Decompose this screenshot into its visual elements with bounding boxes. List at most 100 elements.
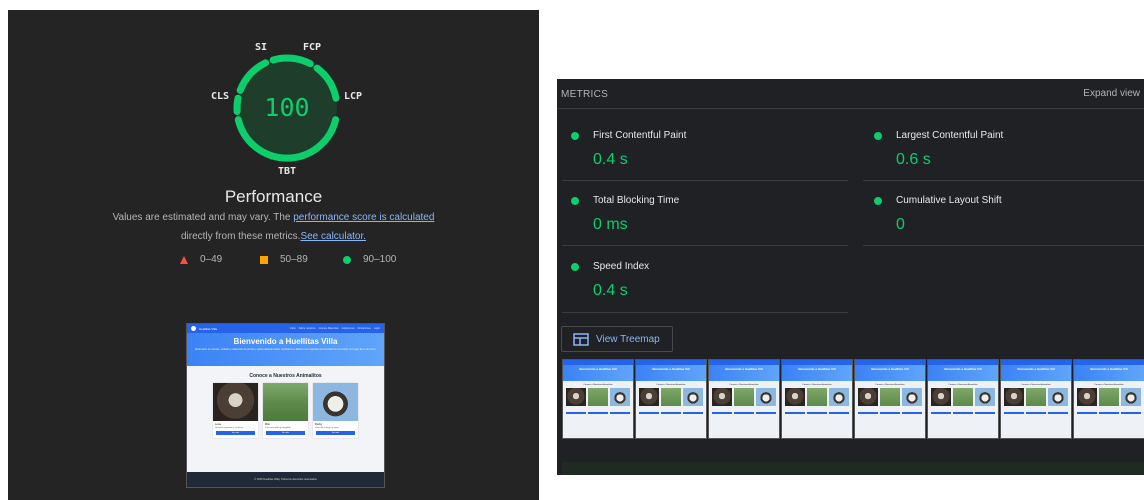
- performance-description: Values are estimated and may vary. The p…: [68, 208, 479, 246]
- frame-cards: [636, 388, 706, 406]
- view-treemap-label: View Treemap: [596, 333, 660, 345]
- legend-item-fail: 0–49: [180, 254, 222, 265]
- frame-button: [756, 412, 776, 414]
- metric-label: Speed Index: [593, 261, 650, 272]
- frame-section-title: Conoce a Nuestros Animalitos: [729, 384, 759, 386]
- filmstrip: Bienvenido a Huellitas Vill Conoce a Nues…: [562, 359, 1144, 439]
- frame-pet-photo: [1099, 388, 1119, 406]
- frame-buttons: [855, 412, 925, 414]
- frame-pet-photo: [1026, 388, 1046, 406]
- site-nav-links: Inicio Sobre nosotros Conoce Mascotas Ad…: [290, 327, 380, 330]
- view-treemap-button[interactable]: View Treemap: [561, 326, 673, 352]
- metric-value: 0: [896, 216, 905, 233]
- pet-button: Ver más: [266, 431, 305, 435]
- filmstrip-frame: Bienvenido a Huellitas Vill Conoce a Nues…: [1000, 359, 1072, 439]
- gauge-label-lcp: LCP: [344, 91, 362, 102]
- frame-cards: [928, 388, 998, 406]
- frame-button: [683, 412, 703, 414]
- frame-buttons: [1001, 412, 1071, 414]
- frame-pet-photo: [1121, 388, 1141, 406]
- metric-divider: [863, 245, 1144, 246]
- frame-section-title: Conoce a Nuestros Animalitos: [802, 384, 832, 386]
- site-nav-link: Conoce Mascotas: [318, 327, 339, 330]
- site-footer: © 2025 Huellitas Villa | Todos los derec…: [187, 472, 384, 487]
- frame-pet-photo: [975, 388, 995, 406]
- metric-divider: [562, 245, 848, 246]
- frame-section-title: Conoce a Nuestros Animalitos: [583, 384, 613, 386]
- frame-cards: [709, 388, 779, 406]
- frame-pet-photo: [610, 388, 630, 406]
- frame-pet-photo: [880, 388, 900, 406]
- frame-pet-photo: [902, 388, 922, 406]
- site-brand: Huellitas Villa: [199, 326, 217, 331]
- frame-pet-photo: [566, 388, 586, 406]
- site-hero-subtitle: Dedicados al rescate, cuidado y adopción…: [194, 348, 377, 351]
- frame-button: [1004, 412, 1024, 414]
- site-nav-link: Sobre nosotros: [298, 327, 316, 330]
- metric-value: 0 ms: [593, 216, 628, 233]
- pass-circle-icon: [874, 197, 882, 205]
- frame-button: [880, 412, 900, 414]
- filmstrip-frame: Bienvenido a Huellitas Vill Conoce a Nues…: [1073, 359, 1144, 439]
- metric-label: Largest Contentful Paint: [896, 130, 1004, 141]
- score-legend: 0–49 50–89 90–100: [8, 254, 539, 270]
- frame-button: [1121, 412, 1141, 414]
- site-nav-link: Login: [373, 327, 380, 330]
- pass-circle-icon: [571, 263, 579, 271]
- metric-label: Total Blocking Time: [593, 195, 680, 206]
- frame-buttons: [782, 412, 852, 414]
- frame-button: [902, 412, 922, 414]
- frame-hero: Bienvenido a Huellitas Vill: [563, 365, 633, 381]
- filmstrip-frame: Bienvenido a Huellitas Vill Conoce a Nues…: [708, 359, 780, 439]
- frame-hero: Bienvenido a Huellitas Vill: [855, 365, 925, 381]
- metric-si: Speed Index 0.4 s: [557, 247, 841, 311]
- filmstrip-frame: Bienvenido a Huellitas Vill Conoce a Nues…: [781, 359, 853, 439]
- pet-button: Ver más: [216, 431, 255, 435]
- pass-circle-icon: [571, 132, 579, 140]
- site-nav-link: Adopciones: [341, 327, 355, 330]
- frame-cards: [563, 388, 633, 406]
- frame-cards: [855, 388, 925, 406]
- metric-value: 0.6 s: [896, 151, 931, 168]
- metrics-header: METRICS Expand view: [557, 79, 1144, 109]
- frame-button: [1026, 412, 1046, 414]
- frame-buttons: [928, 412, 998, 414]
- description-text-2: directly from these metrics.: [180, 231, 301, 242]
- frame-button: [1099, 412, 1119, 414]
- description-text-1: Values are estimated and may vary. The: [112, 212, 294, 223]
- final-screenshot: Huellitas Villa Inicio Sobre nosotros Co…: [186, 323, 385, 488]
- frame-button: [1077, 412, 1097, 414]
- frame-button: [807, 412, 827, 414]
- frame-button: [588, 412, 608, 414]
- pass-circle-icon: [571, 197, 579, 205]
- frame-button: [712, 412, 732, 414]
- frame-buttons: [709, 412, 779, 414]
- metrics-title: METRICS: [561, 89, 609, 100]
- expand-view-toggle[interactable]: Expand view: [1083, 88, 1140, 99]
- performance-score: 100: [264, 93, 309, 122]
- dog-photo: [313, 383, 358, 421]
- see-calculator-link[interactable]: See calculator.: [300, 231, 366, 242]
- treemap-icon: [573, 332, 589, 346]
- site-section-title: Conoce a Nuestros Animalitos: [249, 373, 322, 379]
- filmstrip-frame: Bienvenido a Huellitas Vill Conoce a Nues…: [927, 359, 999, 439]
- performance-title: Performance: [224, 187, 323, 206]
- gauge-label-si: SI: [255, 42, 267, 53]
- frame-pet-photo: [1048, 388, 1068, 406]
- legend-item-pass: 90–100: [343, 254, 396, 265]
- frame-pet-photo: [858, 388, 878, 406]
- frame-pet-photo: [588, 388, 608, 406]
- frame-cards: [1001, 388, 1071, 406]
- performance-score-link[interactable]: performance score is calculated: [293, 212, 434, 223]
- gauge-segment-cls: [233, 94, 242, 115]
- site-logo-icon: [191, 326, 196, 331]
- frame-button: [953, 412, 973, 414]
- frame-button: [610, 412, 630, 414]
- performance-panel: SI FCP LCP CLS TBT 100 Performance Value…: [8, 10, 539, 500]
- frame-buttons: [563, 412, 633, 414]
- frame-pet-photo: [734, 388, 754, 406]
- frame-pet-photo: [785, 388, 805, 406]
- frame-section-title: Conoce a Nuestros Animalitos: [875, 384, 905, 386]
- frame-cards: [782, 388, 852, 406]
- frame-pet-photo: [661, 388, 681, 406]
